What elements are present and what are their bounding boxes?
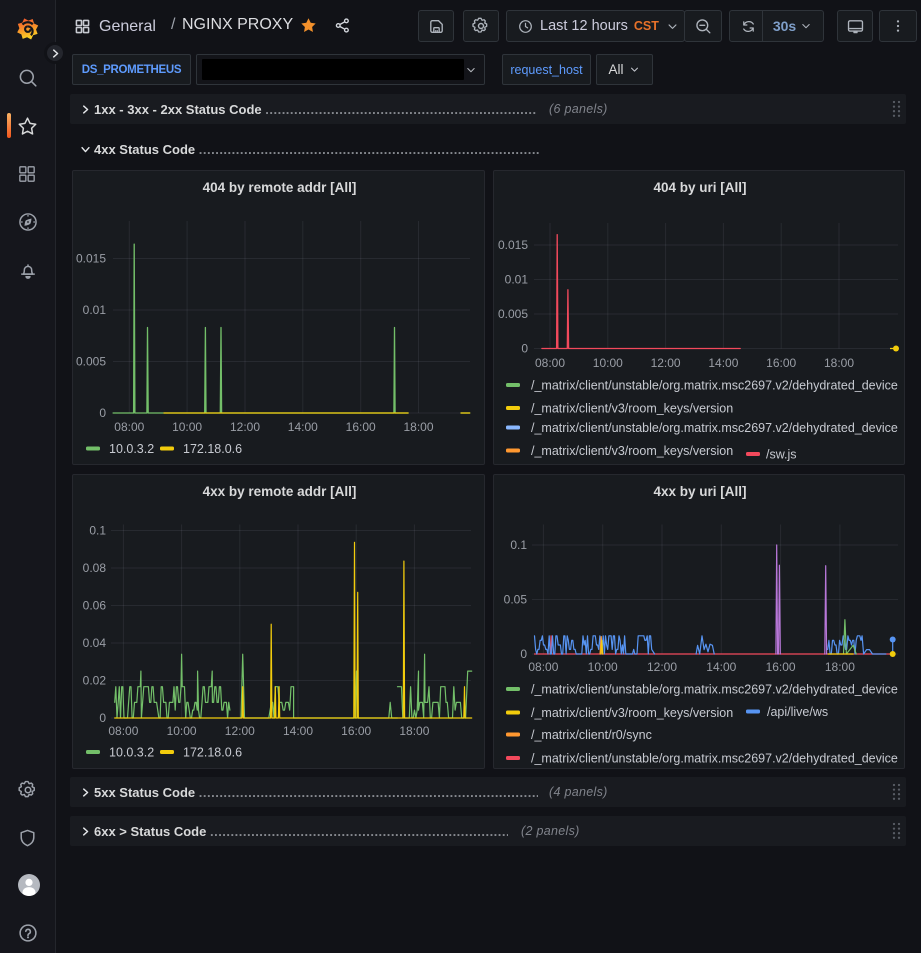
svg-text:18:00: 18:00 (824, 356, 854, 370)
svg-text:14:00: 14:00 (708, 356, 738, 370)
svg-text:/_matrix/client/unstable/org.m: /_matrix/client/unstable/org.matrix.msc2… (531, 379, 898, 393)
svg-text:0: 0 (99, 406, 106, 420)
svg-text:0.01: 0.01 (83, 303, 107, 317)
svg-text:/_matrix/client/v3/room_keys/v: /_matrix/client/v3/room_keys/version (531, 402, 733, 416)
svg-text:4xx by remote addr [All]: 4xx by remote addr [All] (203, 484, 357, 499)
svg-text:18:00: 18:00 (403, 420, 433, 434)
svg-text:10:00: 10:00 (588, 660, 618, 674)
svg-text:404 by uri [All]: 404 by uri [All] (653, 180, 746, 195)
svg-text:0.005: 0.005 (498, 307, 528, 321)
svg-text:/_matrix/client/unstable/org.m: /_matrix/client/unstable/org.matrix.msc2… (531, 683, 898, 697)
svg-text:12:00: 12:00 (225, 724, 255, 738)
svg-text:12:00: 12:00 (230, 420, 260, 434)
svg-text:172.18.0.6: 172.18.0.6 (183, 746, 242, 760)
svg-text:0: 0 (520, 647, 527, 661)
svg-text:/_matrix/client/v3/room_keys/v: /_matrix/client/v3/room_keys/version (531, 444, 733, 458)
svg-text:0.08: 0.08 (83, 561, 107, 575)
svg-text:10:00: 10:00 (172, 420, 202, 434)
svg-text:10.0.3.2: 10.0.3.2 (109, 746, 154, 760)
svg-text:0.015: 0.015 (76, 252, 106, 266)
svg-text:/sw.js: /sw.js (766, 448, 797, 462)
svg-text:172.18.0.6: 172.18.0.6 (183, 442, 242, 456)
svg-text:10:00: 10:00 (167, 724, 197, 738)
svg-text:16:00: 16:00 (766, 660, 796, 674)
svg-text:/_matrix/client/unstable/org.m: /_matrix/client/unstable/org.matrix.msc2… (531, 421, 898, 435)
svg-text:/api/live/ws: /api/live/ws (767, 705, 828, 719)
svg-text:0.02: 0.02 (83, 674, 107, 688)
svg-text:14:00: 14:00 (706, 660, 736, 674)
svg-text:16:00: 16:00 (766, 356, 796, 370)
svg-text:08:00: 08:00 (535, 356, 565, 370)
svg-text:14:00: 14:00 (283, 724, 313, 738)
svg-text:0.1: 0.1 (89, 524, 106, 538)
svg-text:/_matrix/client/v3/room_keys/v: /_matrix/client/v3/room_keys/version (531, 706, 733, 720)
svg-text:0: 0 (521, 342, 528, 356)
svg-text:10:00: 10:00 (593, 356, 623, 370)
svg-text:404 by remote addr [All]: 404 by remote addr [All] (203, 180, 357, 195)
svg-text:18:00: 18:00 (825, 660, 855, 674)
svg-text:16:00: 16:00 (341, 724, 371, 738)
svg-text:/_matrix/client/r0/sync: /_matrix/client/r0/sync (531, 728, 652, 742)
svg-text:08:00: 08:00 (528, 660, 558, 674)
svg-text:0.1: 0.1 (510, 538, 527, 552)
svg-text:0.05: 0.05 (504, 593, 528, 607)
svg-text:12:00: 12:00 (647, 660, 677, 674)
svg-text:/_matrix/client/unstable/org.m: /_matrix/client/unstable/org.matrix.msc2… (531, 752, 898, 766)
svg-text:0.04: 0.04 (83, 636, 107, 650)
svg-text:0.005: 0.005 (76, 355, 106, 369)
svg-text:16:00: 16:00 (346, 420, 376, 434)
svg-text:14:00: 14:00 (288, 420, 318, 434)
svg-text:0.01: 0.01 (505, 273, 529, 287)
svg-text:0.015: 0.015 (498, 238, 528, 252)
svg-text:18:00: 18:00 (399, 724, 429, 738)
svg-text:0.06: 0.06 (83, 599, 107, 613)
svg-text:0: 0 (99, 711, 106, 725)
svg-text:10.0.3.2: 10.0.3.2 (109, 442, 154, 456)
svg-text:12:00: 12:00 (651, 356, 681, 370)
svg-text:08:00: 08:00 (108, 724, 138, 738)
svg-text:08:00: 08:00 (114, 420, 144, 434)
svg-text:4xx by uri [All]: 4xx by uri [All] (653, 484, 746, 499)
